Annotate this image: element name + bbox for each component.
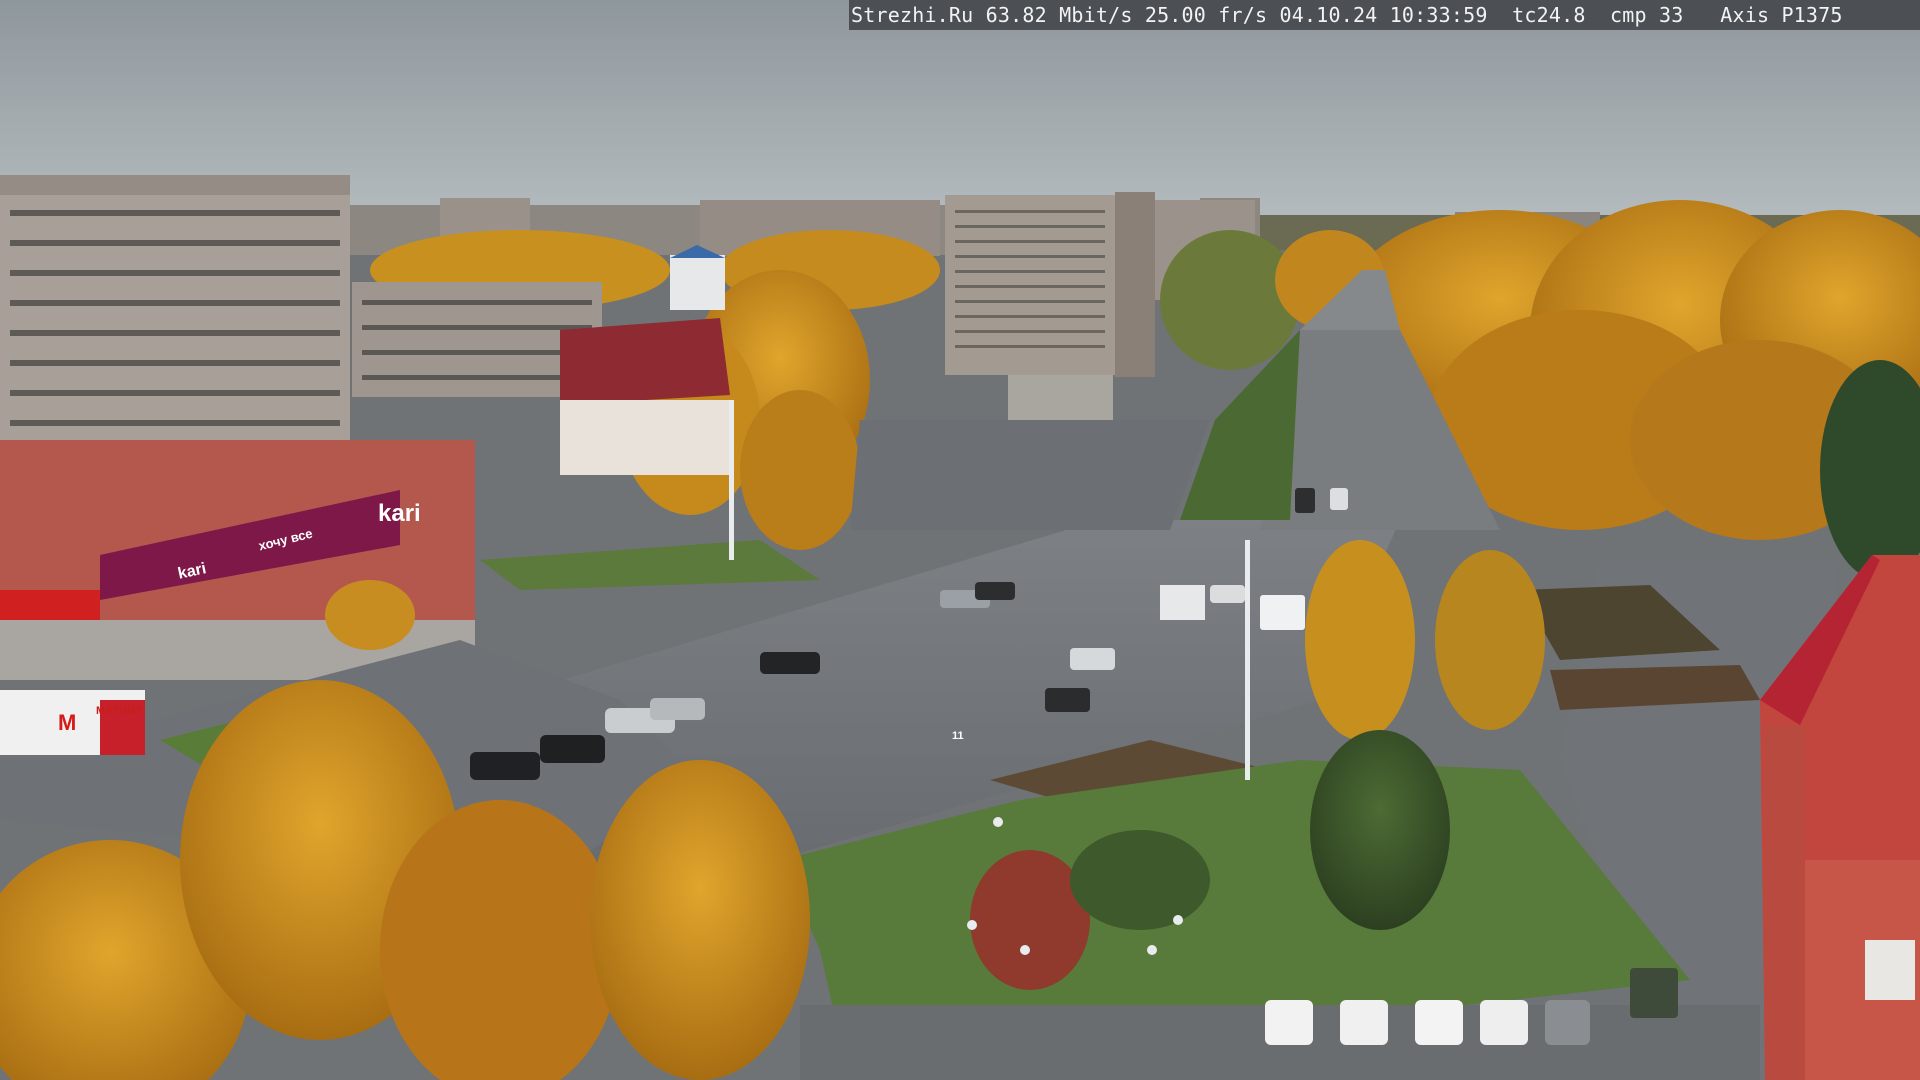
parking-plaza [850,420,1210,530]
osd-camera-model: Axis P1375 [1720,3,1843,27]
magnit-truck-label: МАГНИТ [96,705,142,717]
osd-date: 04.10.24 [1279,3,1378,27]
osd-site: Strezhi.Ru [851,3,974,27]
osd-tc: tc24.8 [1512,3,1586,27]
road-sign: 11 [952,730,964,742]
osd-bitrate: 63.82 Mbit/s [985,3,1133,27]
kari-store-building [0,440,475,680]
kari-store-sign: kari [378,500,421,527]
magnit-logo-icon: М [58,710,77,735]
gray-pavilion [1008,375,1113,420]
osd-cmp: cmp 33 [1610,3,1684,27]
camera-osd-bar: Strezhi.Ru 63.82 Mbit/s 25.00 fr/s 04.10… [849,0,1920,30]
osd-time: 10:33:59 [1389,3,1488,27]
osd-framerate: 25.00 fr/s [1144,3,1268,27]
